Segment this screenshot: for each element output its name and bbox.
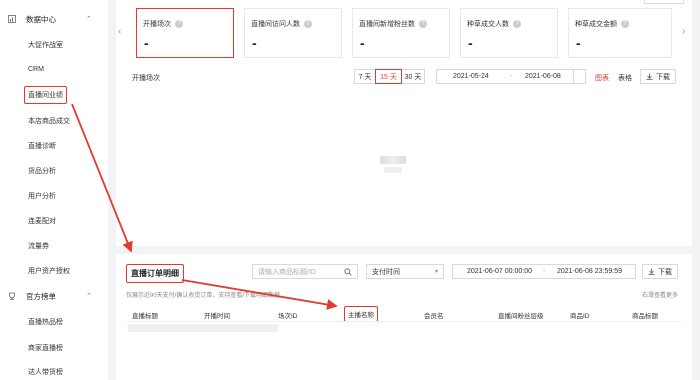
sidebar-item-live-diagnosis[interactable]: 直播诊断 [28,141,56,151]
sidebar-group-data-center[interactable]: 数据中心 ⌃ [0,10,108,28]
metric-value: - [252,35,257,51]
view-chart-link[interactable]: 图表 [595,73,609,83]
help-icon[interactable]: ? [419,20,427,29]
date-start: 2021-06-07 00:00:00 [467,268,532,275]
trend-date-range[interactable]: 2021-05-24 - 2021-06-08 [436,69,586,84]
table-row-placeholder [128,324,278,332]
download-icon [648,268,655,275]
product-search-input[interactable]: 请输入商品标题/ID [252,264,358,279]
metric-card-visitors[interactable]: 直播间访问人数? - [244,8,342,58]
chevron-left-icon[interactable]: ‹ [118,26,121,37]
sidebar-item-hot-products-rank[interactable]: 直播热品榜 [28,317,63,327]
chevron-up-icon[interactable]: ⌃ [86,15,92,23]
date-end: 2021-06-08 [525,73,561,80]
column-header: 商品ID [570,313,590,320]
table-header-divider [126,321,682,322]
sidebar-item-crm[interactable]: CRM [28,66,44,73]
help-icon[interactable]: ? [621,20,629,29]
sidebar: 数据中心 ⌃ 大促作战室 CRM 直播间业绩 本店商品成交 直播诊断 货品分析 … [0,0,108,380]
help-icon[interactable]: ? [513,20,521,29]
column-header: 直播间粉丝层级 [498,313,544,320]
column-header: 商品标题 [632,313,658,320]
download-label: 下载 [658,268,672,276]
orders-title: 直播订单明细 [126,264,184,283]
metric-label: 直播间新增粉丝数 [359,21,415,28]
sidebar-group-label: 数据中心 [26,14,56,24]
period-7-days[interactable]: 7 天 [354,69,376,84]
trend-download-button[interactable]: 下载 [640,69,676,84]
view-table-link[interactable]: 表格 [618,73,632,83]
metric-label: 种草成交人数 [467,21,509,28]
sidebar-item-user-analysis[interactable]: 用户分析 [28,191,56,201]
column-header-anchor-name: 主播名称 [344,306,378,322]
orders-download-button[interactable]: 下载 [642,264,678,279]
sidebar-item-promo-room[interactable]: 大促作战室 [28,40,63,50]
scroll-hint: 右滑查看更多 [641,293,678,299]
live-orders-panel: 直播订单明细 请输入商品标题/ID 支付时间 ▾ 2021-06-07 00:0… [116,254,692,380]
sidebar-item-kol-sales-rank[interactable]: 达人带货榜 [28,367,63,377]
metric-card-live-sessions[interactable]: 开播场次? - [136,8,234,58]
sidebar-item-store-product-sales[interactable]: 本店商品成交 [28,116,70,126]
date-separator: - [510,73,513,80]
column-header: 开播时间 [204,313,230,320]
top-button[interactable] [644,0,684,4]
help-icon[interactable]: ? [175,20,183,29]
date-separator: - [543,268,546,275]
column-header: 会员名 [424,313,444,320]
bar-chart-icon [8,15,16,23]
sidebar-group-official-rank[interactable]: 官方榜单 ⌃ [0,287,108,305]
metric-card-new-followers[interactable]: 直播间新增粉丝数? - [352,8,450,58]
period-15-days[interactable]: 15 天 [375,69,402,84]
time-type-value: 支付时间 [372,268,400,276]
chevron-down-icon: ▾ [434,269,438,275]
search-placeholder: 请输入商品标题/ID [258,268,316,276]
metric-value: - [144,35,149,51]
chevron-up-icon[interactable]: ⌃ [86,292,92,300]
loading-placeholder [380,156,406,164]
loading-placeholder [384,167,402,173]
metric-card-seeding-amount[interactable]: 种草成交金额? - [568,8,672,58]
trend-metric-label: 开播场次 [132,75,160,82]
orders-note: 仅展示近90天支付/确认收货订单，支持查看/下载明细数据 [126,293,281,299]
download-label: 下载 [656,73,670,81]
date-start: 2021-05-24 [453,73,489,80]
metric-label: 开播场次 [143,21,171,28]
metric-value: - [576,35,581,51]
sidebar-item-user-asset-auth[interactable]: 用户资产授权 [28,266,70,276]
period-30-days[interactable]: 30 天 [401,69,425,84]
sidebar-item-goods-analysis[interactable]: 货品分析 [28,166,56,176]
metric-label: 种草成交金额 [575,21,617,28]
orders-date-range[interactable]: 2021-06-07 00:00:00 - 2021-06-08 23:59:5… [452,264,636,279]
date-end: 2021-06-08 23:59:59 [557,268,622,275]
download-icon [646,73,653,80]
trophy-icon [9,292,15,300]
sidebar-item-traffic-coupon[interactable]: 流量券 [28,241,49,251]
sidebar-group-label: 官方榜单 [26,291,56,301]
help-icon[interactable]: ? [304,20,312,29]
sidebar-item-live-performance[interactable]: 直播间业绩 [24,86,67,104]
calendar-icon[interactable] [573,70,585,83]
sidebar-item-merchant-live-rank[interactable]: 商家直播榜 [28,343,63,353]
sidebar-item-mic-pairing[interactable]: 连麦配对 [28,216,56,226]
search-icon[interactable] [344,268,352,276]
metric-card-seeding-buyers[interactable]: 种草成交人数? - [460,8,558,58]
chevron-right-icon[interactable]: › [682,26,685,37]
column-header: 直播标题 [132,313,158,320]
live-performance-panel: ‹ › 开播场次? - 直播间访问人数? - 直播间新增粉丝数? - 种草成交人… [116,0,692,246]
time-type-select[interactable]: 支付时间 ▾ [366,264,444,279]
metric-value: - [360,35,365,51]
metric-value: - [468,35,473,51]
metric-label: 直播间访问人数 [251,21,300,28]
column-header: 场次ID [278,313,298,320]
